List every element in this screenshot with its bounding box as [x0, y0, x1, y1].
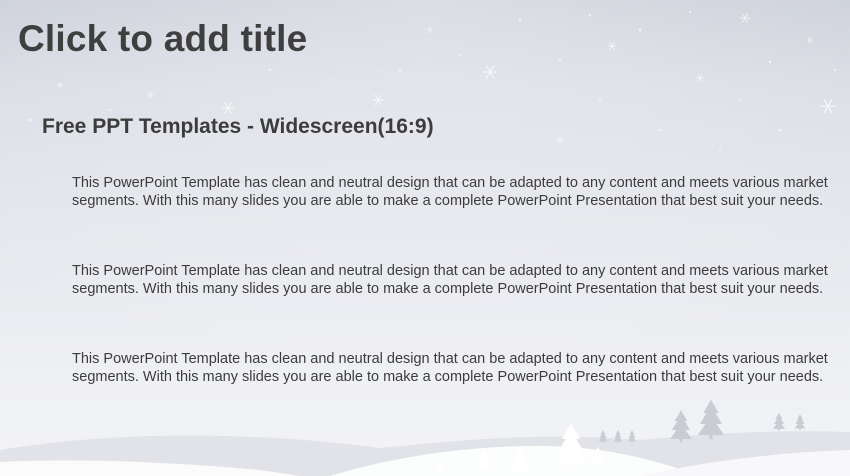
slide-subtitle[interactable]: Free PPT Templates - Widescreen(16:9)	[42, 115, 434, 139]
body-paragraph-3[interactable]: This PowerPoint Template has clean and n…	[72, 350, 832, 386]
winter-background	[0, 0, 850, 476]
pine-tree-icon	[598, 399, 806, 443]
slide-title[interactable]: Click to add title	[18, 18, 307, 60]
slide-canvas: Click to add title Free PPT Templates - …	[0, 0, 850, 476]
body-paragraph-1[interactable]: This PowerPoint Template has clean and n…	[72, 174, 832, 210]
body-paragraph-2[interactable]: This PowerPoint Template has clean and n…	[72, 262, 832, 298]
